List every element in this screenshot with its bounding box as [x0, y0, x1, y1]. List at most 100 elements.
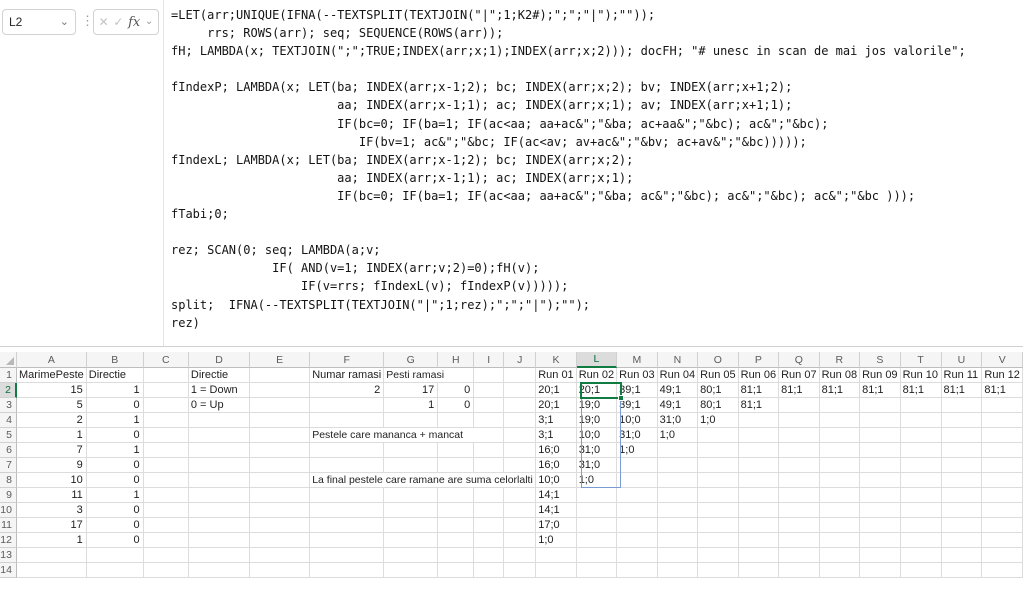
cell-Q3[interactable] [779, 398, 819, 413]
cell-H6[interactable] [438, 443, 474, 458]
cell-P12[interactable] [739, 533, 779, 548]
cell-S3[interactable] [860, 398, 900, 413]
cell-E6[interactable] [250, 443, 310, 458]
cell-N9[interactable] [658, 488, 698, 503]
cell-S9[interactable] [860, 488, 900, 503]
cell-H10[interactable] [438, 503, 474, 518]
cell-D1[interactable]: Directie [189, 368, 250, 383]
cell-J7[interactable] [504, 458, 536, 473]
cell-J11[interactable] [504, 518, 536, 533]
cell-H3[interactable]: 0 [438, 398, 474, 413]
cell-P4[interactable] [739, 413, 779, 428]
column-header-I[interactable]: I [474, 352, 504, 368]
cell-O9[interactable] [698, 488, 738, 503]
cell-T13[interactable] [901, 548, 942, 563]
cell-K4[interactable]: 3;1 [536, 413, 576, 428]
cell-P10[interactable] [739, 503, 779, 518]
cell-S13[interactable] [860, 548, 900, 563]
cell-U5[interactable] [942, 428, 983, 443]
cell-O8[interactable] [698, 473, 738, 488]
cell-V2[interactable]: 81;1 [982, 383, 1023, 398]
formula-input[interactable]: =LET(arr;UNIQUE(IFNA(--TEXTSPLIT(TEXTJOI… [163, 0, 1023, 346]
cell-H11[interactable] [438, 518, 474, 533]
cell-N11[interactable] [658, 518, 698, 533]
cell-Q2[interactable]: 81;1 [779, 383, 819, 398]
cell-V12[interactable] [982, 533, 1023, 548]
cell-V7[interactable] [982, 458, 1023, 473]
cell-M2[interactable]: 39;1 [617, 383, 657, 398]
cell-C11[interactable] [144, 518, 189, 533]
chevron-down-icon[interactable]: ⌄ [145, 18, 153, 26]
cell-M1[interactable]: Run 03 [617, 368, 657, 383]
cell-S6[interactable] [860, 443, 900, 458]
cell-H14[interactable] [438, 563, 474, 578]
cell-S11[interactable] [860, 518, 900, 533]
cell-J14[interactable] [504, 563, 536, 578]
cell-P14[interactable] [739, 563, 779, 578]
cell-J9[interactable] [504, 488, 536, 503]
cell-F11[interactable] [310, 518, 384, 533]
cell-C7[interactable] [144, 458, 189, 473]
cell-C13[interactable] [144, 548, 189, 563]
cell-E12[interactable] [250, 533, 310, 548]
cell-C3[interactable] [144, 398, 189, 413]
cell-M11[interactable] [617, 518, 657, 533]
column-header-L[interactable]: L [577, 352, 617, 368]
cell-L10[interactable] [577, 503, 617, 518]
row-header-8[interactable]: 8 [0, 473, 17, 488]
cell-U6[interactable] [942, 443, 983, 458]
cell-U11[interactable] [942, 518, 983, 533]
cell-R2[interactable]: 81;1 [820, 383, 860, 398]
cell-N14[interactable] [658, 563, 698, 578]
cell-Q13[interactable] [779, 548, 819, 563]
cell-D8[interactable] [189, 473, 250, 488]
cell-F13[interactable] [310, 548, 384, 563]
cell-T7[interactable] [901, 458, 942, 473]
cell-N4[interactable]: 31;0 [658, 413, 698, 428]
cell-J4[interactable] [504, 413, 536, 428]
cell-A6[interactable]: 7 [17, 443, 87, 458]
cell-T4[interactable] [901, 413, 942, 428]
cell-G7[interactable] [384, 458, 438, 473]
cell-R12[interactable] [820, 533, 860, 548]
row-header-11[interactable]: 11 [0, 518, 17, 533]
column-header-E[interactable]: E [250, 352, 310, 368]
column-header-S[interactable]: S [860, 352, 900, 368]
cell-N5[interactable]: 1;0 [658, 428, 698, 443]
cell-V10[interactable] [982, 503, 1023, 518]
cell-N1[interactable]: Run 04 [658, 368, 698, 383]
cell-M4[interactable]: 10;0 [617, 413, 657, 428]
cell-T5[interactable] [901, 428, 942, 443]
cell-A14[interactable] [17, 563, 87, 578]
cell-S10[interactable] [860, 503, 900, 518]
cell-K7[interactable]: 16;0 [536, 458, 576, 473]
cell-A10[interactable]: 3 [17, 503, 87, 518]
cell-T1[interactable]: Run 10 [901, 368, 942, 383]
cell-M9[interactable] [617, 488, 657, 503]
cell-P5[interactable] [739, 428, 779, 443]
cell-F7[interactable] [310, 458, 384, 473]
cell-B3[interactable]: 0 [87, 398, 144, 413]
cell-J10[interactable] [504, 503, 536, 518]
cell-K14[interactable] [536, 563, 576, 578]
cell-L5[interactable]: 10;0 [577, 428, 617, 443]
cell-S4[interactable] [860, 413, 900, 428]
column-header-V[interactable]: V [982, 352, 1023, 368]
cell-A5[interactable]: 1 [17, 428, 87, 443]
cell-D5[interactable] [189, 428, 250, 443]
row-header-5[interactable]: 5 [0, 428, 17, 443]
cell-O13[interactable] [698, 548, 738, 563]
cell-J1[interactable] [504, 368, 536, 383]
cell-R5[interactable] [820, 428, 860, 443]
cell-I9[interactable] [474, 488, 504, 503]
cell-G3[interactable]: 1 [384, 398, 438, 413]
enter-icon[interactable]: ✓ [113, 15, 123, 29]
cell-K11[interactable]: 17;0 [536, 518, 576, 533]
cell-V9[interactable] [982, 488, 1023, 503]
cell-D2[interactable]: 1 = Down [189, 383, 250, 398]
cell-L11[interactable] [577, 518, 617, 533]
cell-P3[interactable]: 81;1 [739, 398, 779, 413]
cell-C12[interactable] [144, 533, 189, 548]
cell-F4[interactable] [310, 413, 384, 428]
cell-I11[interactable] [474, 518, 504, 533]
